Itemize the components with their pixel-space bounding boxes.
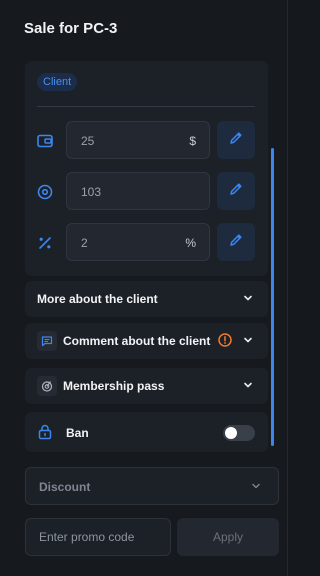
- target-icon: [37, 184, 53, 200]
- discount-select[interactable]: Discount: [25, 467, 279, 505]
- membership-pass-icon: [37, 376, 57, 396]
- edit-bonus-button[interactable]: [217, 172, 255, 210]
- currency-unit: $: [189, 134, 196, 148]
- comment-about-client-label: Comment about the client: [63, 334, 211, 348]
- more-about-client-toggle[interactable]: More about the client: [25, 281, 268, 317]
- membership-pass-label: Membership pass: [63, 379, 165, 393]
- membership-pass-toggle[interactable]: Membership pass: [25, 368, 268, 404]
- edit-percent-button[interactable]: [217, 223, 255, 261]
- chevron-down-icon: [242, 291, 254, 305]
- comment-icon: [37, 331, 57, 351]
- chevron-down-icon: [250, 480, 262, 492]
- alert-circle-icon: [218, 333, 232, 347]
- toggle-knob: [225, 427, 237, 439]
- balance-field[interactable]: 25 $: [66, 121, 210, 159]
- percent-unit: %: [185, 236, 196, 250]
- promo-code-field[interactable]: [25, 518, 171, 556]
- balance-row: 25 $: [25, 121, 268, 161]
- promo-code-input[interactable]: [26, 519, 170, 555]
- apply-button[interactable]: Apply: [177, 518, 279, 556]
- panel-title: Sale for PC-3: [24, 20, 118, 37]
- discount-percent-row: 2 %: [25, 223, 268, 263]
- pencil-icon: [229, 182, 243, 201]
- more-about-client-label: More about the client: [37, 292, 158, 306]
- percent-value: 2: [81, 236, 88, 250]
- client-card: Client 25 $ 103 2 %: [25, 61, 268, 276]
- wallet-icon: [37, 133, 53, 149]
- ban-label: Ban: [66, 426, 89, 440]
- bonus-field[interactable]: 103: [66, 172, 210, 210]
- lock-icon: [38, 424, 52, 440]
- pencil-icon: [229, 131, 243, 150]
- percent-field[interactable]: 2 %: [66, 223, 210, 261]
- bonus-row: 103: [25, 172, 268, 212]
- edit-balance-button[interactable]: [217, 121, 255, 159]
- comment-about-client-toggle[interactable]: Comment about the client: [25, 323, 268, 359]
- percent-icon: [37, 235, 53, 251]
- ban-row: Ban: [25, 412, 268, 452]
- scrollbar[interactable]: [271, 148, 274, 446]
- discount-label: Discount: [39, 480, 91, 494]
- ban-toggle[interactable]: [223, 425, 255, 441]
- pencil-icon: [229, 233, 243, 252]
- divider: [37, 106, 255, 107]
- chevron-down-icon: [242, 378, 254, 392]
- client-badge: Client: [37, 73, 78, 91]
- bonus-value: 103: [81, 185, 102, 199]
- sale-panel: Sale for PC-3 Client 25 $ 103 2 % More a…: [0, 0, 288, 576]
- balance-value: 25: [81, 134, 95, 148]
- chevron-down-icon: [242, 333, 254, 347]
